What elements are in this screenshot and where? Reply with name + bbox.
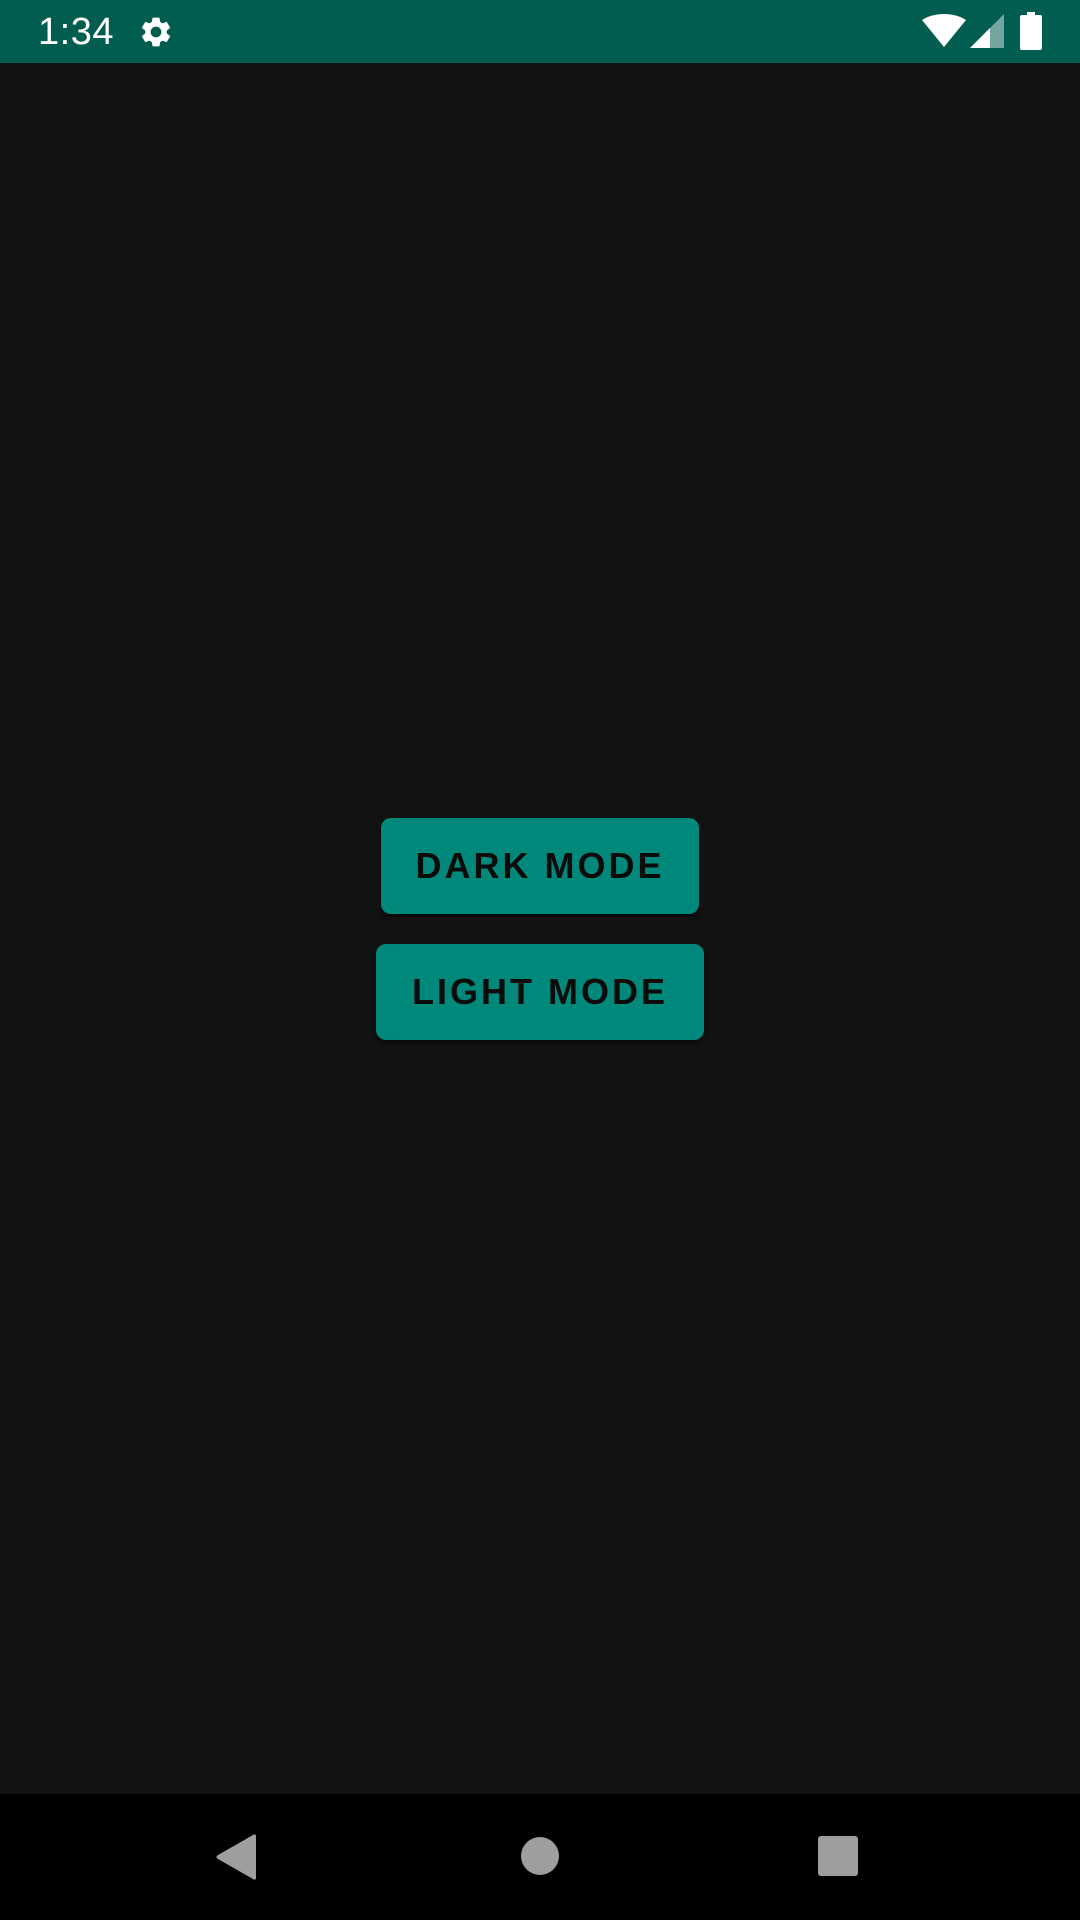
recents-icon[interactable] <box>818 1836 858 1876</box>
main-content <box>0 63 1080 1794</box>
battery-icon <box>1020 12 1042 50</box>
home-icon[interactable] <box>520 1836 560 1876</box>
status-bar: 1:34 <box>0 0 1080 63</box>
signal-icon <box>970 14 1004 48</box>
status-time: 1:34 <box>38 11 114 53</box>
gear-icon <box>141 17 171 47</box>
app-screen: 1:34 DARK MODE LIGHT MODE <box>0 0 1080 1920</box>
back-icon[interactable] <box>216 1834 260 1880</box>
light-mode-button[interactable]: LIGHT MODE <box>376 944 704 1040</box>
wifi-icon <box>922 14 966 47</box>
navigation-bar <box>0 1794 1080 1920</box>
dark-mode-button[interactable]: DARK MODE <box>381 818 699 914</box>
